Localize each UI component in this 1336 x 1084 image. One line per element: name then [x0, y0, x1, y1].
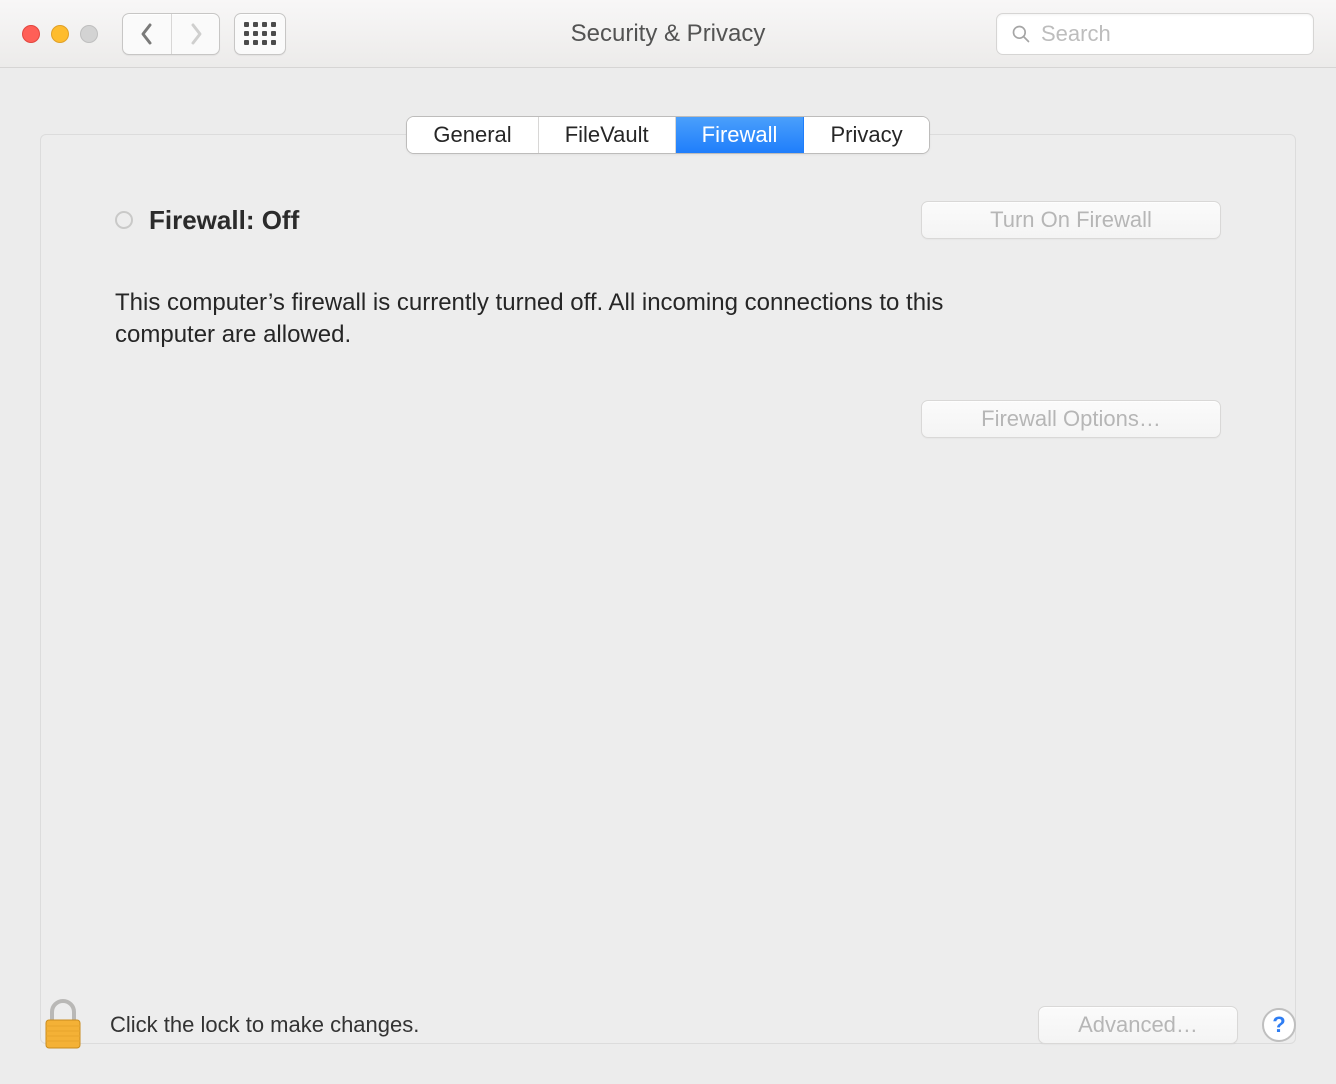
tab-firewall[interactable]: Firewall — [676, 117, 805, 153]
lock-icon — [40, 998, 86, 1052]
search-icon — [1011, 24, 1031, 44]
question-mark-icon: ? — [1272, 1012, 1285, 1038]
tab-privacy[interactable]: Privacy — [804, 117, 928, 153]
forward-button — [171, 14, 219, 54]
chevron-left-icon — [139, 21, 155, 47]
lock-button[interactable] — [40, 998, 86, 1052]
grid-icon — [244, 22, 276, 45]
body-area: General FileVault Firewall Privacy Firew… — [0, 68, 1336, 1084]
back-button[interactable] — [123, 14, 171, 54]
nav-group — [122, 13, 220, 55]
firewall-options-button: Firewall Options… — [921, 400, 1221, 438]
help-button[interactable]: ? — [1262, 1008, 1296, 1042]
tab-general[interactable]: General — [407, 117, 538, 153]
window-close-button[interactable] — [22, 25, 40, 43]
lock-hint-text: Click the lock to make changes. — [110, 1012, 419, 1038]
tabs-inner: General FileVault Firewall Privacy — [406, 116, 929, 154]
firewall-status-row: Firewall: Off Turn On Firewall — [115, 201, 1221, 239]
tab-filevault[interactable]: FileVault — [539, 117, 676, 153]
firewall-status-label: Firewall: Off — [149, 205, 299, 236]
window-zoom-button — [80, 25, 98, 43]
search-input[interactable] — [1041, 21, 1299, 47]
show-all-button[interactable] — [234, 13, 286, 55]
search-field-wrap[interactable] — [996, 13, 1314, 55]
tabs: General FileVault Firewall Privacy — [40, 116, 1296, 154]
firewall-description: This computer’s firewall is currently tu… — [115, 287, 995, 352]
titlebar: Security & Privacy — [0, 0, 1336, 68]
window-minimize-button[interactable] — [51, 25, 69, 43]
turn-on-firewall-button: Turn On Firewall — [921, 201, 1221, 239]
advanced-button: Advanced… — [1038, 1006, 1238, 1044]
status-indicator-off-icon — [115, 211, 133, 229]
chevron-right-icon — [188, 21, 204, 47]
footer: Click the lock to make changes. Advanced… — [40, 998, 1296, 1052]
window-controls — [22, 25, 98, 43]
firewall-panel: Firewall: Off Turn On Firewall This comp… — [40, 134, 1296, 1044]
preferences-window: Security & Privacy General FileVault Fir… — [0, 0, 1336, 1084]
